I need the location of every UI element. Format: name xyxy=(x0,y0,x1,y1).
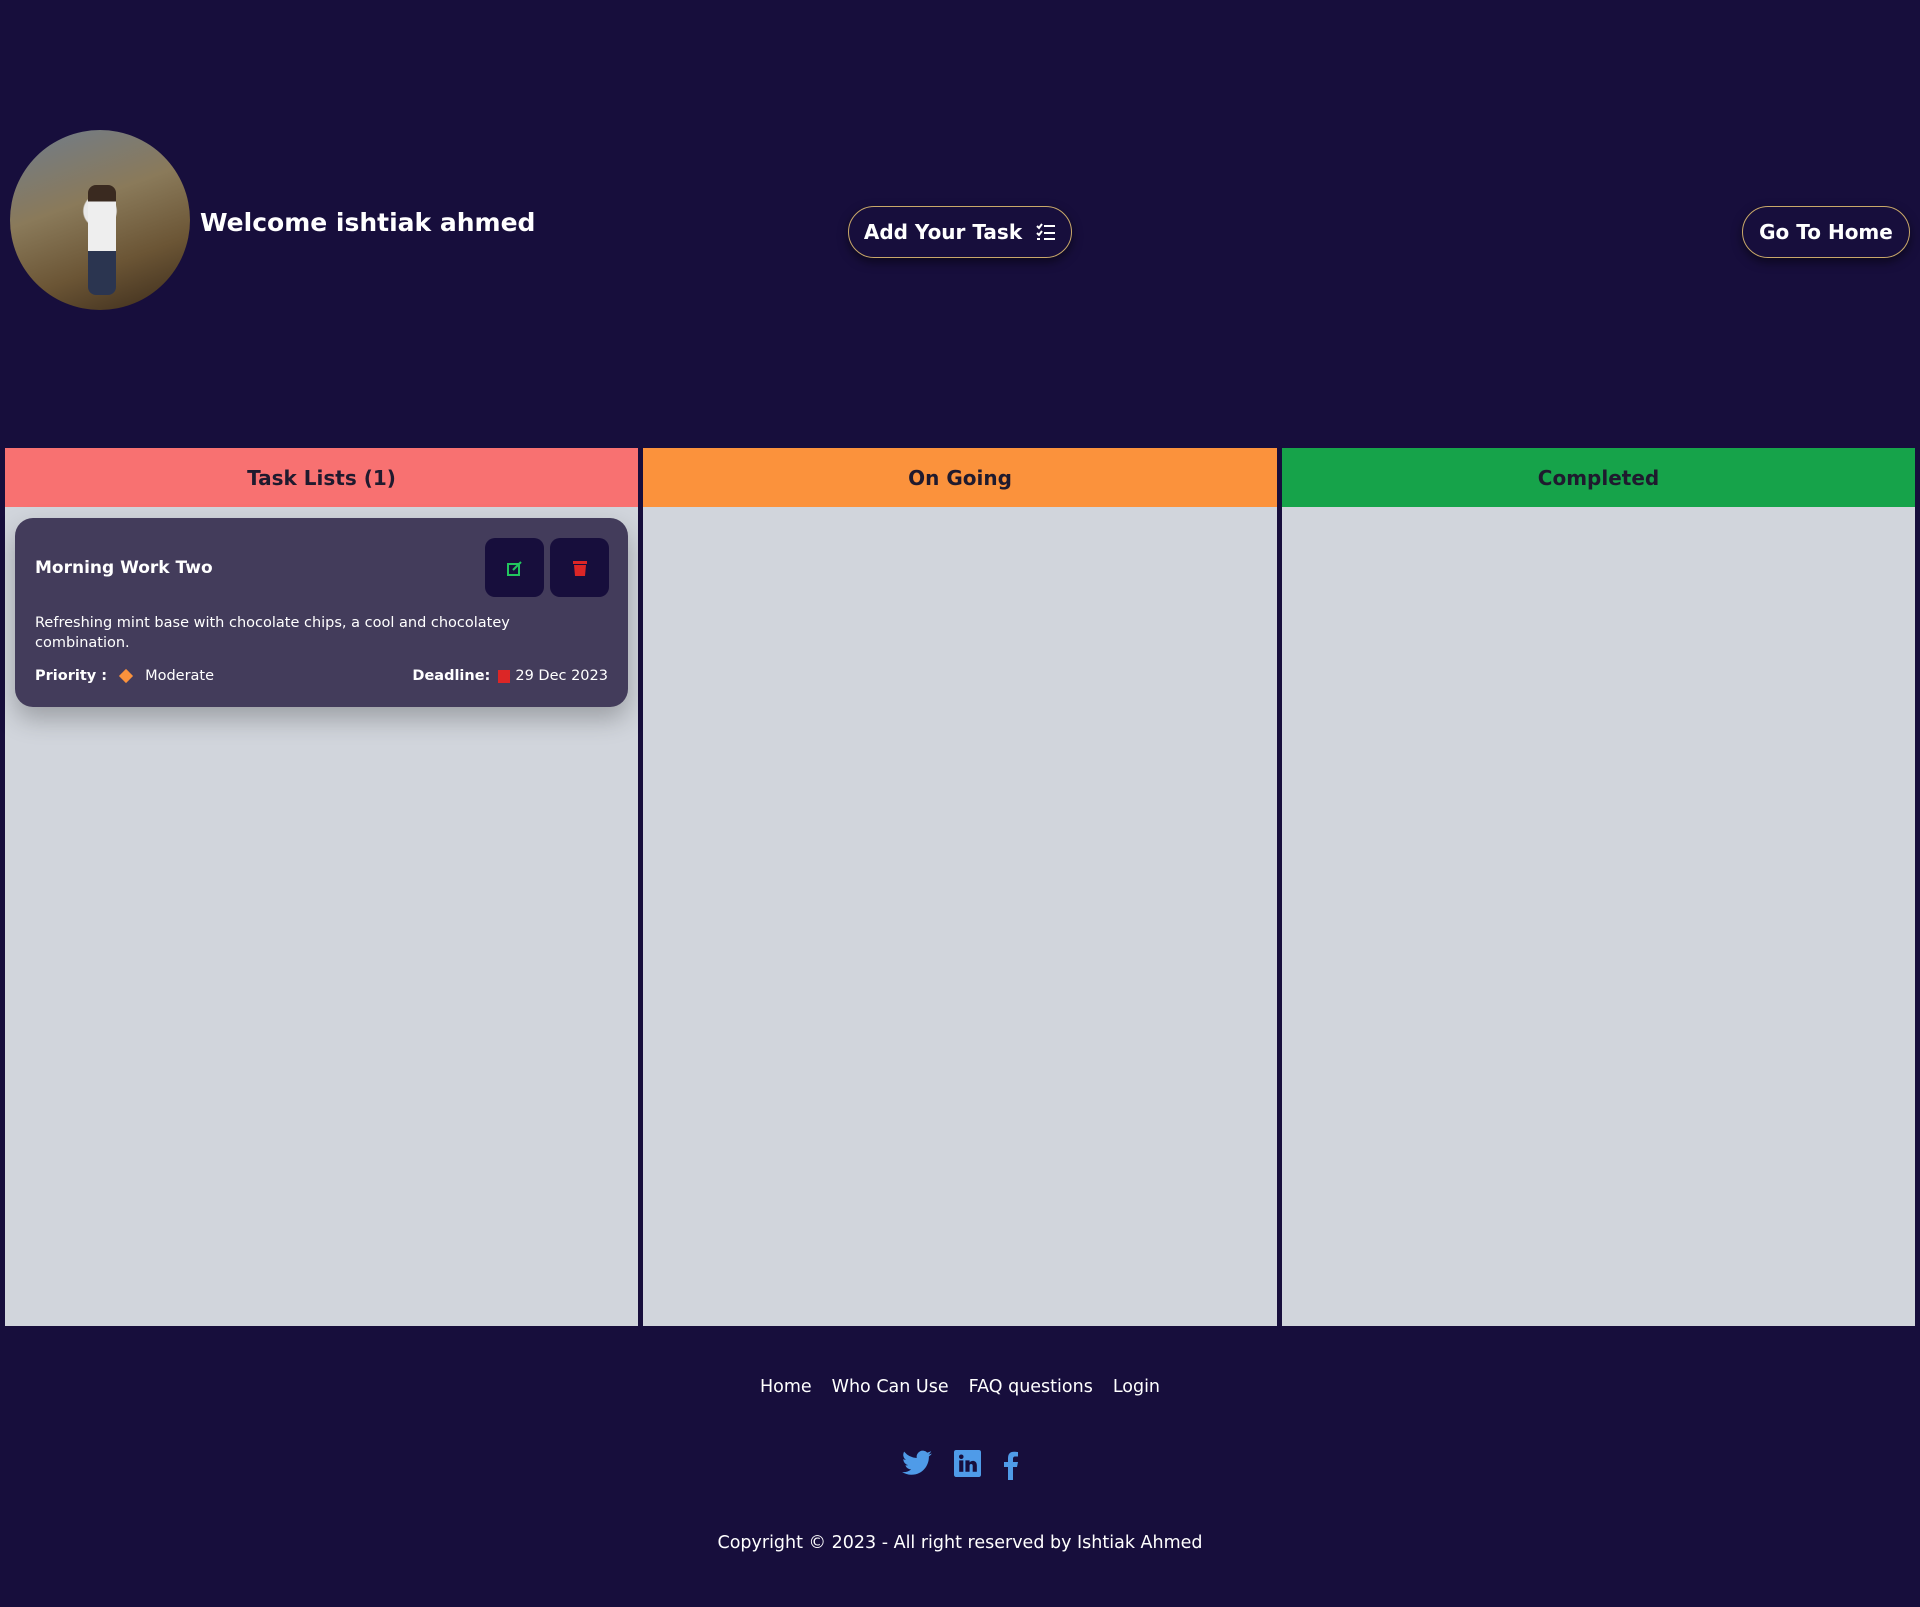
add-task-label: Add Your Task xyxy=(863,220,1023,244)
trash-icon xyxy=(572,560,587,576)
priority-label: Priority : xyxy=(35,668,108,684)
priority-diamond-icon xyxy=(118,668,134,684)
column-task-lists: Task Lists (1) Morning Work Two Refreshi… xyxy=(5,448,638,1326)
column-header: Completed xyxy=(1282,448,1915,507)
edit-icon xyxy=(506,560,522,576)
footer-link-who-can-use[interactable]: Who Can Use xyxy=(832,1377,949,1397)
facebook-icon[interactable] xyxy=(1003,1450,1019,1480)
column-header: On Going xyxy=(643,448,1277,507)
social-links xyxy=(0,1450,1920,1480)
deadline-label: Deadline: xyxy=(412,668,491,684)
edit-button[interactable] xyxy=(485,538,544,597)
twitter-icon[interactable] xyxy=(901,1450,932,1476)
add-task-button[interactable]: Add Your Task xyxy=(848,206,1072,258)
footer-nav: Home Who Can Use FAQ questions Login xyxy=(0,1377,1920,1397)
avatar xyxy=(10,130,190,310)
list-check-icon xyxy=(1036,223,1056,240)
column-completed: Completed xyxy=(1282,448,1915,1326)
deadline-value: 29 Dec 2023 xyxy=(515,668,608,684)
welcome-text: Welcome ishtiak ahmed xyxy=(200,208,536,237)
footer-link-login[interactable]: Login xyxy=(1113,1377,1160,1397)
footer-link-faq[interactable]: FAQ questions xyxy=(969,1377,1093,1397)
column-header: Task Lists (1) xyxy=(5,448,638,507)
calendar-icon xyxy=(498,669,511,683)
footer-link-home[interactable]: Home xyxy=(760,1377,812,1397)
column-on-going: On Going xyxy=(643,448,1277,1326)
linkedin-icon[interactable] xyxy=(953,1450,981,1477)
go-home-button[interactable]: Go To Home xyxy=(1742,206,1910,258)
task-description: Refreshing mint base with chocolate chip… xyxy=(35,615,510,651)
copyright: Copyright © 2023 - All right reserved by… xyxy=(717,1533,1203,1553)
delete-button[interactable] xyxy=(550,538,609,597)
task-title: Morning Work Two xyxy=(35,558,213,578)
task-card[interactable]: Morning Work Two Refreshing mint base wi… xyxy=(15,518,628,707)
priority-value: Moderate xyxy=(145,668,215,684)
